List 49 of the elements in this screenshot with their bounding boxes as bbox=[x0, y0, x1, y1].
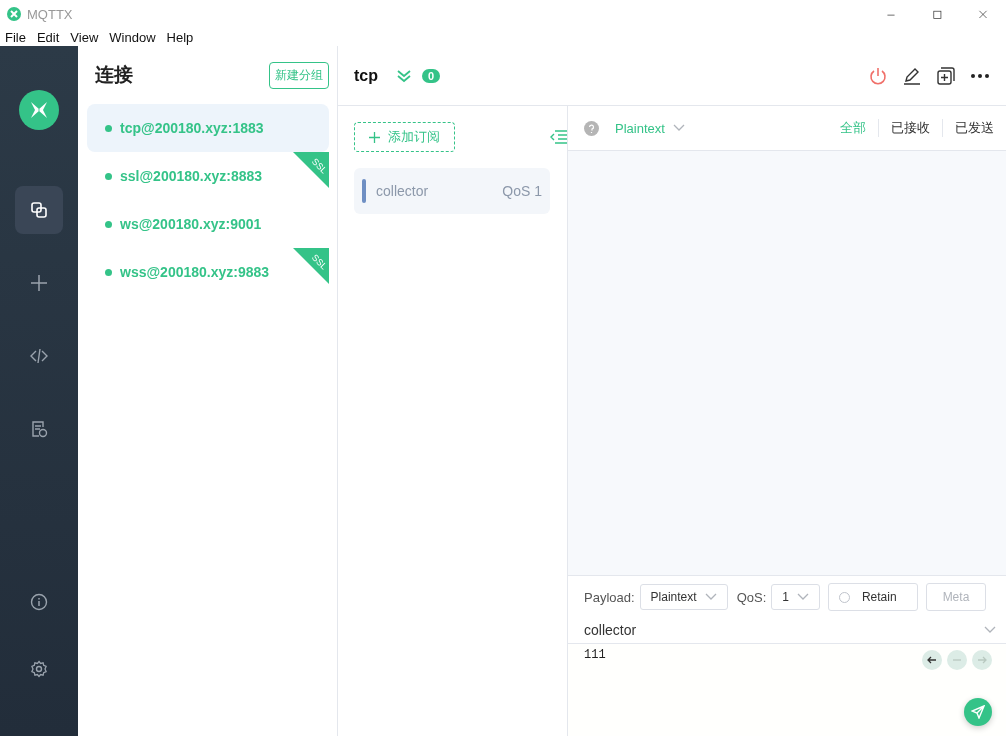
previous-icon[interactable] bbox=[922, 650, 942, 670]
send-button[interactable] bbox=[964, 698, 992, 726]
connection-name: tcp bbox=[354, 66, 378, 85]
menu-item[interactable]: Window bbox=[104, 29, 162, 45]
payload-field[interactable]: 111 bbox=[584, 648, 606, 662]
retain-checkbox[interactable]: Retain bbox=[827, 583, 918, 611]
filter-tab[interactable]: 已接收 bbox=[878, 119, 942, 137]
topic-name: collector bbox=[376, 183, 429, 199]
double-chevron-icon[interactable] bbox=[396, 68, 412, 83]
code-icon bbox=[30, 347, 48, 365]
send-icon bbox=[971, 705, 985, 719]
more-icon[interactable] bbox=[970, 72, 990, 79]
qos-label: QoS: bbox=[736, 589, 767, 605]
new-window-icon[interactable] bbox=[936, 65, 956, 86]
ssl-corner-badge bbox=[293, 152, 329, 188]
topic-field[interactable]: collector bbox=[584, 622, 637, 638]
expand-icon bbox=[984, 626, 996, 634]
status-dot bbox=[105, 172, 112, 180]
connections-icon bbox=[30, 201, 48, 219]
payload-label: Payload: bbox=[584, 589, 635, 605]
log-icon bbox=[30, 420, 48, 438]
menu-item[interactable]: Edit bbox=[31, 29, 66, 45]
menu-item[interactable]: Help bbox=[161, 29, 200, 45]
app-logo-icon bbox=[19, 90, 59, 130]
status-dot bbox=[105, 220, 112, 228]
status-dot bbox=[105, 268, 112, 276]
status-dot bbox=[105, 124, 112, 132]
menu-item[interactable]: View bbox=[65, 29, 105, 45]
qos-label: QoS 1 bbox=[502, 183, 542, 199]
app-logo-icon bbox=[7, 7, 21, 21]
settings-icon[interactable] bbox=[30, 660, 48, 678]
collapse-icon[interactable] bbox=[549, 129, 567, 145]
menu-item[interactable]: File bbox=[0, 29, 32, 45]
power-icon[interactable] bbox=[868, 65, 888, 86]
help-icon[interactable] bbox=[584, 120, 599, 136]
plus-icon bbox=[30, 274, 48, 292]
qos-select[interactable]: 1 bbox=[771, 584, 820, 610]
payload-format-select[interactable]: Plaintext bbox=[639, 584, 728, 610]
chevron-down-icon bbox=[796, 593, 809, 601]
window-title: MQTTX bbox=[27, 6, 73, 22]
panel-title: 连接 bbox=[95, 63, 133, 87]
filter-tab[interactable]: 已发送 bbox=[942, 119, 1006, 137]
info-icon[interactable] bbox=[30, 593, 48, 611]
plus-icon bbox=[369, 131, 380, 143]
chevron-down-icon bbox=[672, 124, 685, 132]
message-count: 0 bbox=[422, 68, 441, 83]
ssl-corner-badge bbox=[293, 248, 329, 284]
nav-button[interactable] bbox=[15, 186, 63, 234]
chevron-down-icon bbox=[704, 593, 717, 601]
